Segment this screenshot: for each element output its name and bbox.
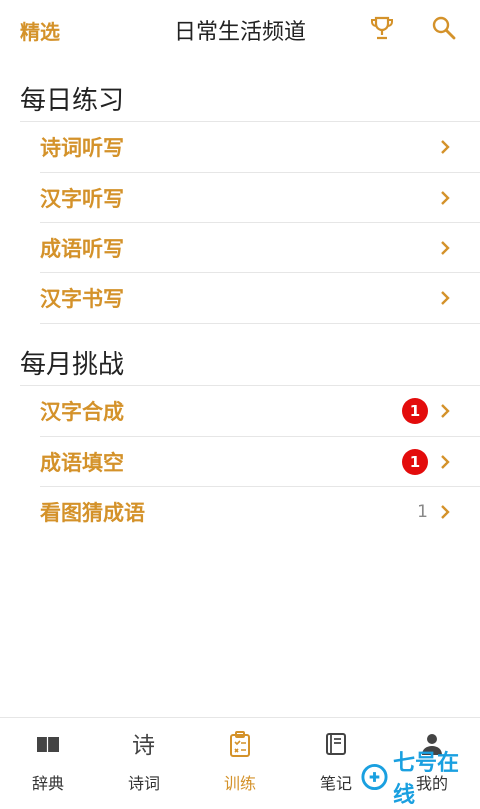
- list-item-label: 看图猜成语: [40, 501, 145, 525]
- tab-label: 辞典: [31, 774, 64, 793]
- chevron-right-icon: [441, 291, 450, 305]
- list-item-hanzi-compose[interactable]: 汉字合成 1: [40, 386, 480, 436]
- chevron-right-icon: [441, 140, 450, 154]
- list-item-idiom-dictation[interactable]: 成语听写: [40, 223, 480, 273]
- clipboard-icon: [230, 731, 250, 757]
- list-item-label: 汉字合成: [40, 400, 124, 424]
- tab-dictionary[interactable]: 辞典: [0, 718, 96, 801]
- watermark-logo-icon: [361, 763, 388, 791]
- list-item-hanzi-writing[interactable]: 汉字书写: [40, 273, 480, 323]
- item-count: 1: [417, 502, 428, 522]
- list-item-poem-dictation[interactable]: 诗词听写: [40, 122, 480, 172]
- tab-training[interactable]: 训练: [192, 718, 288, 801]
- page-title: 日常生活频道: [173, 20, 306, 45]
- list-item-guess-idiom[interactable]: 看图猜成语 1: [40, 487, 480, 537]
- notification-badge: 1: [402, 398, 428, 424]
- tab-label: 训练: [223, 774, 256, 793]
- svg-text:诗: 诗: [132, 733, 155, 758]
- section-title-daily: 每日练习: [20, 86, 125, 116]
- tab-label: 诗词: [127, 774, 160, 793]
- chevron-right-icon: [441, 191, 450, 205]
- trophy-icon[interactable]: [368, 14, 396, 42]
- tab-poems[interactable]: 诗 诗词: [96, 718, 192, 801]
- watermark: 七号在线: [360, 751, 478, 808]
- watermark-text: 七号在线: [392, 751, 459, 808]
- notebook-icon: [326, 733, 346, 755]
- notification-badge: 1: [402, 449, 428, 475]
- list-item-hanzi-dictation[interactable]: 汉字听写: [40, 173, 480, 223]
- chevron-right-icon: [441, 241, 450, 255]
- chevron-right-icon: [441, 505, 450, 519]
- book-icon: [37, 737, 59, 752]
- list-item-label: 成语填空: [40, 451, 124, 475]
- chevron-right-icon: [441, 404, 450, 418]
- divider: [40, 323, 480, 324]
- poem-icon: 诗: [132, 733, 155, 758]
- chevron-right-icon: [441, 455, 450, 469]
- list-item-label: 汉字听写: [40, 187, 124, 211]
- list-item-idiom-fill[interactable]: 成语填空 1: [40, 437, 480, 487]
- search-icon[interactable]: [430, 14, 458, 42]
- list-item-label: 成语听写: [40, 237, 124, 261]
- list-item-label: 诗词听写: [40, 136, 124, 160]
- list-item-label: 汉字书写: [40, 287, 124, 311]
- section-title-monthly: 每月挑战: [20, 350, 125, 380]
- app-header: 精选 日常生活频道: [0, 0, 480, 56]
